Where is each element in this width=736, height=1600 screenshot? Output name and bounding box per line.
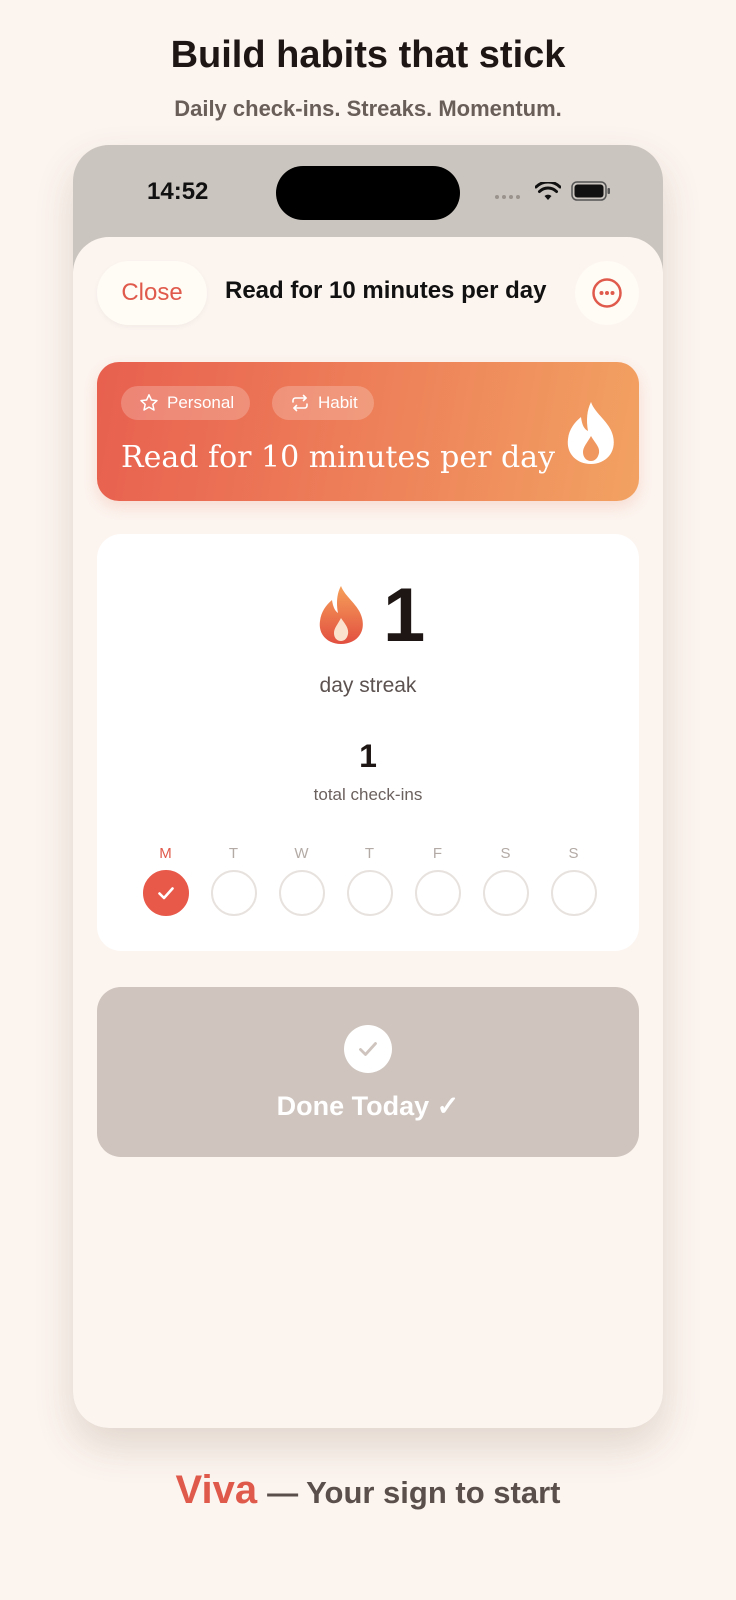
- category-chip-personal: Personal: [121, 386, 251, 420]
- day-check-circle[interactable]: [346, 870, 393, 916]
- star-icon: [140, 394, 158, 411]
- day-monday[interactable]: M: [142, 844, 189, 916]
- repeat-icon: [292, 394, 308, 412]
- day-letter: M: [159, 845, 172, 862]
- day-wednesday[interactable]: W: [278, 844, 325, 916]
- done-check-icon: [344, 1025, 392, 1073]
- day-check-circle[interactable]: [210, 870, 257, 916]
- day-letter: W: [294, 845, 309, 862]
- checkmark-icon: [157, 887, 174, 900]
- day-letter: T: [364, 845, 375, 862]
- day-letter: T: [228, 845, 239, 862]
- promo-headline: Build habits that stick: [170, 34, 566, 76]
- day-friday[interactable]: F: [414, 844, 461, 916]
- promo-subline: Daily check-ins. Streaks. Momentum.: [174, 96, 562, 121]
- wifi-icon: [535, 182, 561, 200]
- phone-frame: 14:52 Close Read for 10 minutes per day: [73, 145, 663, 1428]
- day-thursday[interactable]: T: [346, 844, 393, 916]
- streak-flame-icon: [319, 586, 363, 644]
- sheet-title: Read for 10 minutes per day: [225, 277, 547, 304]
- banner-title: Read for 10 minutes per day: [121, 440, 556, 475]
- more-options-icon: [592, 278, 622, 308]
- habit-detail-sheet: Close Read for 10 minutes per day Person…: [73, 237, 663, 1428]
- day-letter: S: [500, 845, 511, 862]
- checkins-label: total check-ins: [313, 785, 423, 804]
- day-check-circle[interactable]: [414, 870, 461, 916]
- flame-icon: [567, 402, 614, 464]
- day-saturday[interactable]: S: [482, 844, 529, 916]
- streak-count: 1: [383, 573, 426, 658]
- cellular-signal-icon: [495, 195, 520, 199]
- day-check-circle[interactable]: [482, 870, 529, 916]
- week-tracker: M T W T F S S: [142, 844, 597, 916]
- streak-card: 1 day streak 1 total check-ins M T W T F…: [97, 534, 639, 951]
- brand-name: Viva: [175, 1468, 258, 1512]
- done-today-label: Done Today ✓: [276, 1091, 460, 1121]
- day-letter: F: [432, 845, 443, 862]
- checkins-count: 1: [359, 738, 377, 774]
- day-tuesday[interactable]: T: [210, 844, 257, 916]
- type-chip-habit: Habit: [272, 386, 374, 420]
- chip-label: Personal: [167, 393, 235, 412]
- done-today-button[interactable]: Done Today ✓: [97, 987, 639, 1157]
- chip-label: Habit: [318, 393, 358, 412]
- brand-tagline: — Your sign to start: [267, 1475, 561, 1510]
- dynamic-island: [276, 166, 460, 220]
- day-check-circle[interactable]: [278, 870, 325, 916]
- day-check-circle[interactable]: [550, 870, 597, 916]
- promo-footer: Viva — Your sign to start: [0, 1468, 736, 1513]
- close-button[interactable]: Close: [97, 261, 207, 325]
- more-options-button[interactable]: [575, 261, 639, 325]
- streak-label: day streak: [319, 674, 417, 697]
- battery-icon: [571, 181, 610, 201]
- status-time: 14:52: [147, 178, 209, 205]
- day-sunday[interactable]: S: [550, 844, 597, 916]
- day-letter: S: [568, 845, 579, 862]
- day-check-circle[interactable]: [142, 870, 189, 916]
- habit-banner: Personal Habit Read for 10 minutes per d…: [97, 362, 639, 501]
